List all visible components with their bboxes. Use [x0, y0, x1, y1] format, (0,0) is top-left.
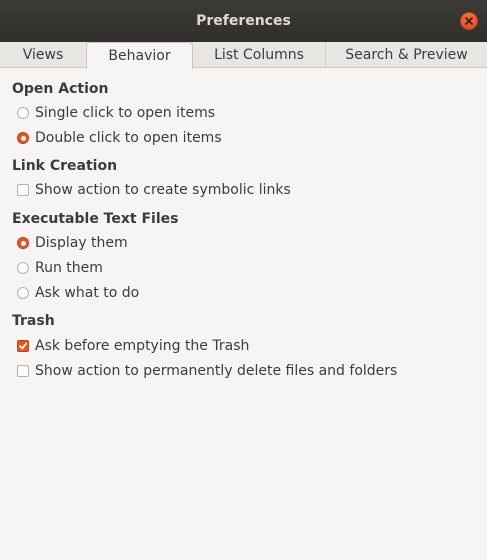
tab-label: Views	[22, 47, 64, 63]
ask-before-emptying-checkbox[interactable]: Ask before emptying the Trash	[17, 336, 249, 356]
tab-label: List Columns	[214, 47, 304, 63]
radio-label: Double click to open items	[35, 130, 222, 146]
tab-views[interactable]: Views	[0, 42, 86, 68]
checkmark-icon	[19, 342, 28, 350]
close-button[interactable]	[460, 12, 478, 30]
single-click-radio[interactable]: Single click to open items	[17, 103, 215, 123]
executable-text-files-heading: Executable Text Files	[12, 211, 179, 227]
radio-unselected-icon	[17, 107, 29, 119]
tab-behavior[interactable]: Behavior	[86, 42, 193, 69]
checkbox-unchecked-icon	[17, 365, 29, 377]
tab-bar: Views Behavior List Columns Search & Pre…	[0, 42, 487, 69]
radio-label: Run them	[35, 260, 103, 276]
checkbox-label: Ask before emptying the Trash	[35, 338, 250, 354]
title-bar: Preferences	[0, 0, 487, 42]
radio-label: Display them	[35, 235, 128, 251]
checkbox-label: Show action to permanently delete files …	[35, 363, 398, 379]
radio-unselected-icon	[17, 287, 29, 299]
close-icon	[465, 17, 473, 25]
double-click-radio[interactable]: Double click to open items	[17, 128, 222, 148]
run-them-radio[interactable]: Run them	[17, 258, 103, 278]
checkbox-checked-icon	[17, 340, 29, 352]
tab-label: Search & Preview	[345, 47, 468, 63]
radio-label: Ask what to do	[35, 285, 140, 301]
tab-list-columns[interactable]: List Columns	[193, 42, 326, 68]
tab-label: Behavior	[108, 48, 171, 64]
window-title: Preferences	[196, 13, 291, 29]
checkbox-label: Show action to create symbolic links	[35, 182, 291, 198]
ask-what-to-do-radio[interactable]: Ask what to do	[17, 283, 139, 303]
display-them-radio[interactable]: Display them	[17, 233, 128, 253]
symbolic-links-checkbox[interactable]: Show action to create symbolic links	[17, 180, 291, 200]
trash-heading: Trash	[12, 313, 55, 329]
radio-selected-icon	[17, 237, 29, 249]
behavior-panel: Open Action Single click to open items D…	[0, 68, 487, 560]
tab-search-preview[interactable]: Search & Preview	[326, 42, 487, 68]
open-action-heading: Open Action	[12, 81, 109, 97]
link-creation-heading: Link Creation	[12, 158, 118, 174]
radio-selected-icon	[17, 132, 29, 144]
permanent-delete-checkbox[interactable]: Show action to permanently delete files …	[17, 361, 397, 381]
radio-unselected-icon	[17, 262, 29, 274]
checkbox-unchecked-icon	[17, 184, 29, 196]
radio-label: Single click to open items	[35, 105, 216, 121]
